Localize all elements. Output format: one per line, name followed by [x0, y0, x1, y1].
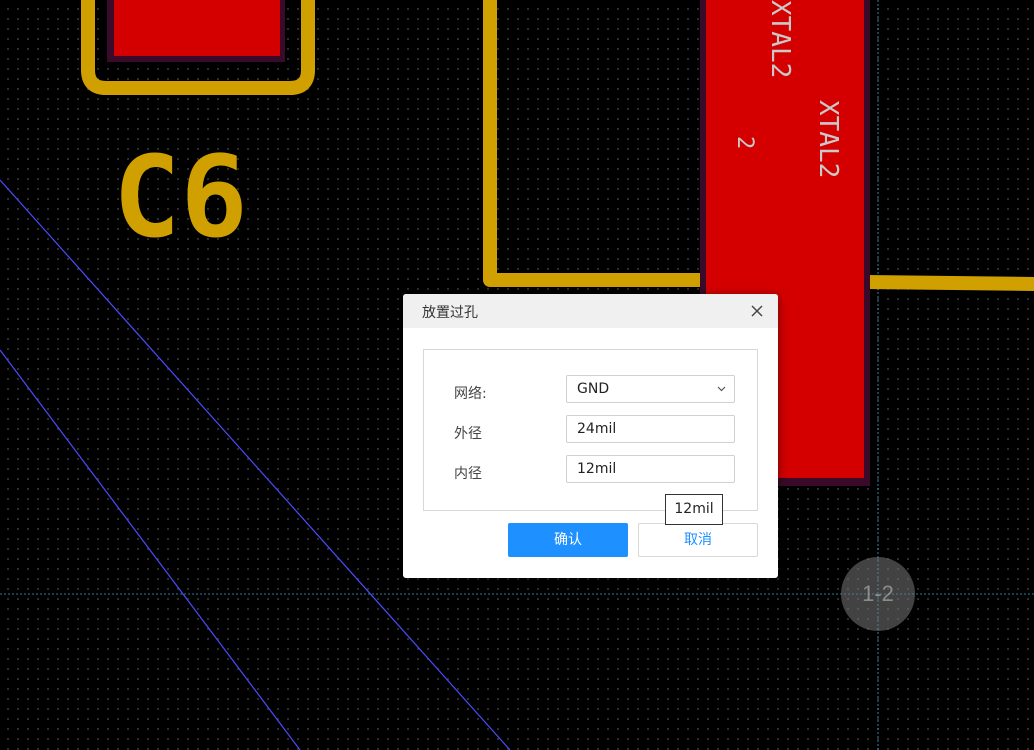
outer-diameter-value: 24mil — [577, 421, 617, 437]
silkscreen-ref-label: C6 — [113, 133, 248, 263]
dialog-title: 放置过孔 — [422, 305, 478, 321]
net-select-value: GND — [577, 381, 610, 397]
inner-diameter-value: 12mil — [577, 461, 617, 477]
inner-diameter-input[interactable]: 12mil — [566, 455, 735, 483]
trace[interactable] — [858, 275, 1034, 291]
net-select[interactable]: GND — [566, 375, 735, 403]
dialog-header: 放置过孔 — [403, 294, 778, 328]
via-settings-group: 网络: GND 外径 24mil 内径 12mil — [423, 349, 758, 511]
cursor-badge-text: 1-2 — [862, 581, 894, 606]
net-label: 网络: — [454, 386, 487, 402]
outer-diameter-label: 外径 — [454, 426, 482, 442]
chevron-down-icon — [717, 386, 726, 392]
pad[interactable] — [114, 0, 280, 56]
pad-net-label-top: XTAL2 — [765, 0, 795, 78]
outer-diameter-input[interactable]: 24mil — [566, 415, 735, 443]
pad-net-label: XTAL2 — [813, 100, 843, 178]
cursor-layer-badge: 1-2 — [841, 557, 915, 631]
trace[interactable] — [483, 0, 712, 287]
confirm-button[interactable]: 确认 — [508, 523, 628, 557]
place-via-dialog: 放置过孔 网络: GND 外径 24mil 内径 12mil 确认 取消 — [403, 294, 778, 578]
cancel-button[interactable]: 取消 — [638, 523, 758, 557]
inner-diameter-label: 内径 — [454, 466, 482, 482]
pad-number-label: 2 — [732, 136, 757, 149]
value-tooltip: 12mil — [665, 494, 723, 525]
ratsnest-line — [0, 349, 301, 750]
close-icon — [751, 305, 763, 317]
close-button[interactable] — [746, 300, 768, 322]
